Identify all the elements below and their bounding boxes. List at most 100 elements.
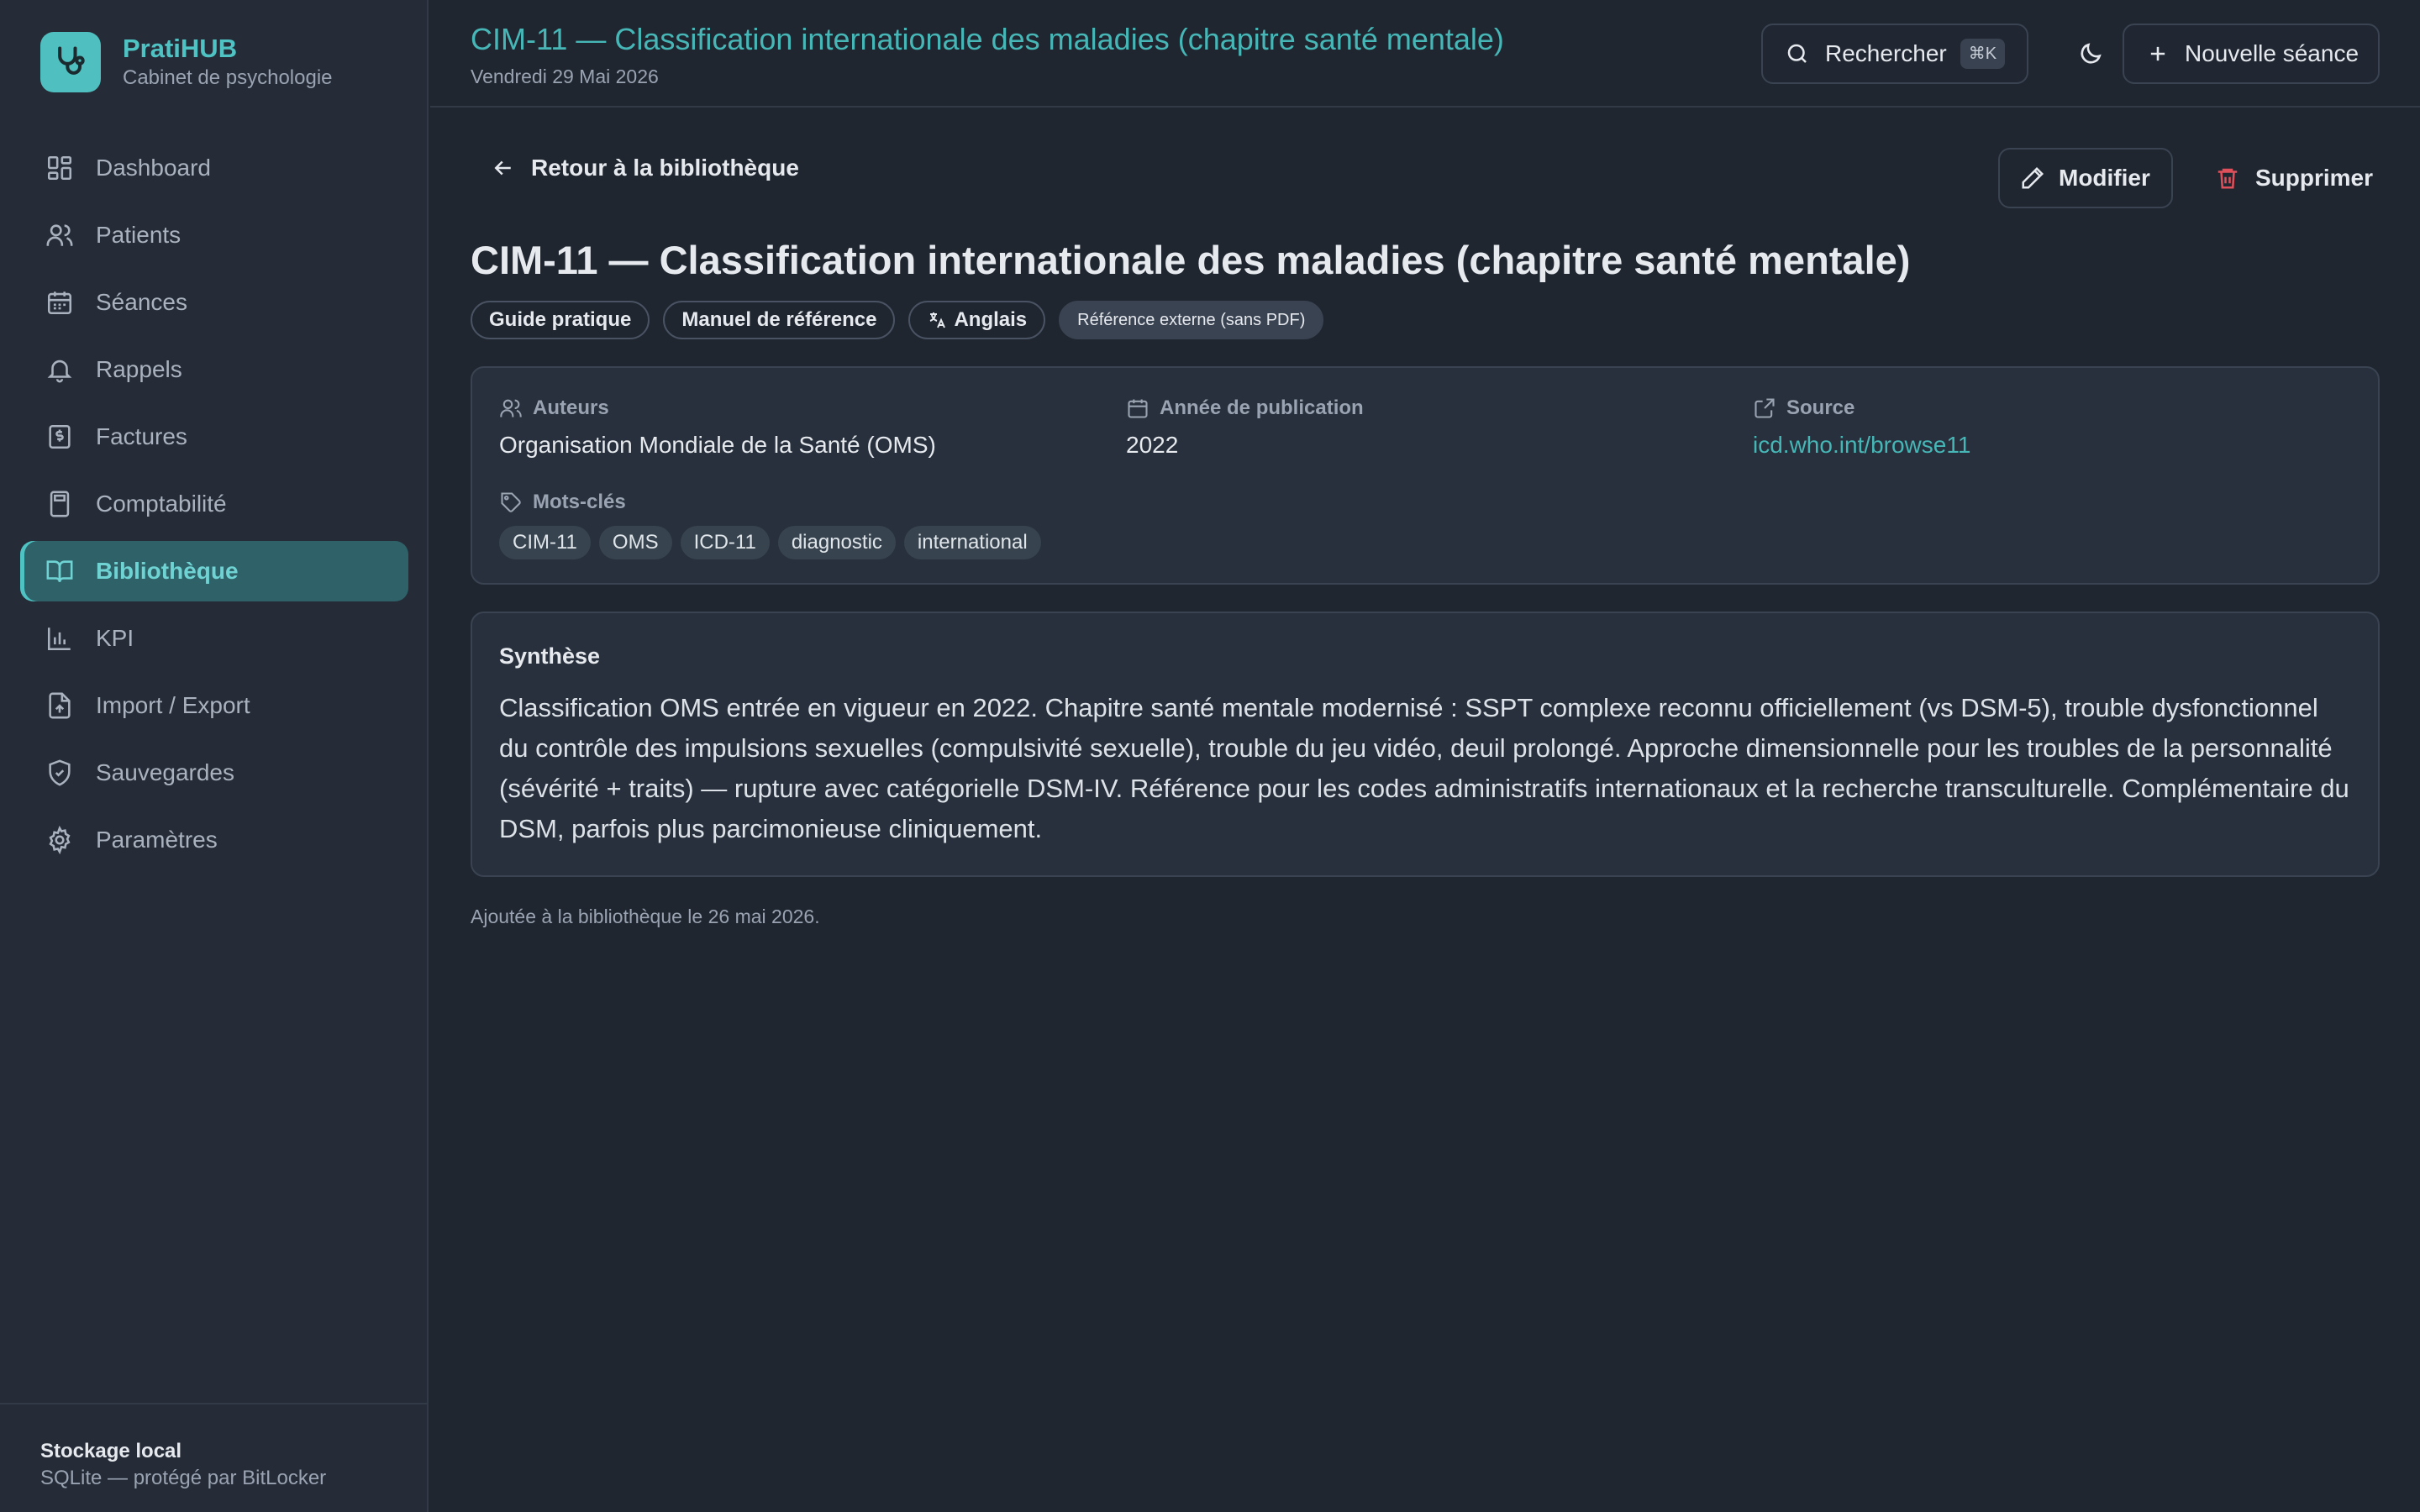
- search-button[interactable]: Rechercher ⌘K: [1761, 24, 2028, 84]
- summary-title: Synthèse: [499, 643, 601, 669]
- sidebar-item-label: KPI: [96, 625, 134, 651]
- keywords-block: Mots-clés CIM-11 OMS ICD-11 diagnostic i…: [499, 491, 1050, 559]
- sidebar-item-label: Factures: [96, 423, 187, 449]
- header-date: Vendredi 29 Mai 2026: [471, 66, 659, 87]
- sidebar-item-label: Comptabilité: [96, 491, 227, 517]
- edit-label: Modifier: [2059, 165, 2150, 191]
- source-block: Source icd.who.int/browse11: [1753, 396, 1970, 459]
- storage-title: Stockage local: [40, 1440, 182, 1462]
- sidebar-item-patients[interactable]: Patients: [20, 205, 408, 265]
- year-value: 2022: [1126, 432, 1179, 458]
- app-subtitle: Cabinet de psychologie: [123, 66, 333, 89]
- badge-list: Guide pratique Manuel de référence Angla…: [471, 301, 1337, 339]
- arrow-left-icon: [494, 160, 511, 176]
- users-icon: [46, 224, 73, 246]
- sidebar-item-label: Dashboard: [96, 155, 211, 181]
- sidebar-item-label: Séances: [96, 289, 187, 315]
- year-label: Année de publication: [1160, 396, 1364, 419]
- summary-card: Synthèse Classification OMS entrée en vi…: [471, 612, 2380, 877]
- keywords-label: Mots-clés: [533, 491, 626, 513]
- metadata-card: Auteurs Organisation Mondiale de la Sant…: [471, 366, 2380, 585]
- sidebar-item-bibliotheque[interactable]: Bibliothèque: [20, 541, 408, 601]
- sidebar-item-rappels[interactable]: Rappels: [20, 339, 408, 400]
- storage-info: Stockage local SQLite — protégé par BitL…: [0, 1403, 427, 1512]
- sidebar-item-label: Sauvegardes: [96, 759, 235, 785]
- year-label-row: Année de publication: [1126, 396, 1364, 420]
- added-date-note: Ajoutée à la bibliothèque le 26 mai 2026…: [471, 906, 820, 927]
- sidebar-item-label: Bibliothèque: [96, 558, 239, 584]
- sidebar-item-parametres[interactable]: Paramètres: [20, 810, 408, 870]
- keyword-chip[interactable]: OMS: [598, 526, 672, 559]
- badge-external-reference: Référence externe (sans PDF): [1059, 301, 1324, 339]
- tag-icon: [501, 492, 521, 512]
- book-icon: [46, 560, 73, 582]
- sidebar: PratiHUB Cabinet de psychologie Dashboar…: [0, 0, 429, 1512]
- app-root: PratiHUB Cabinet de psychologie Dashboar…: [0, 0, 2420, 1512]
- search-shortcut: ⌘K: [1960, 39, 2006, 69]
- authors-label: Auteurs: [533, 396, 609, 419]
- header-title: CIM-11 — Classification internationale d…: [471, 22, 1504, 56]
- plus-icon: [2150, 46, 2165, 61]
- keyword-chip[interactable]: international: [903, 526, 1041, 559]
- summary-text: Classification OMS entrée en vigueur en …: [499, 693, 2349, 843]
- trash-icon: [2217, 168, 2238, 189]
- source-link[interactable]: icd.who.int/browse11: [1753, 432, 1970, 459]
- sidebar-item-import-export[interactable]: Import / Export: [20, 675, 408, 736]
- invoice-icon: [49, 424, 71, 449]
- back-label: Retour à la bibliothèque: [531, 155, 799, 181]
- source-label-row: Source: [1753, 396, 1970, 420]
- calendar-icon: [47, 291, 72, 315]
- search-icon: [1787, 44, 1807, 63]
- back-to-library-link[interactable]: Retour à la bibliothèque: [491, 155, 799, 181]
- authors-value: Organisation Mondiale de la Santé (OMS): [499, 432, 936, 458]
- app-name: PratiHUB: [123, 34, 238, 63]
- shield-icon: [49, 759, 71, 786]
- badge-language-label: Anglais: [954, 308, 1028, 331]
- sidebar-item-seances[interactable]: Séances: [20, 272, 408, 333]
- badge-type: Guide pratique: [471, 301, 650, 339]
- delete-label: Supprimer: [2255, 165, 2374, 191]
- brand[interactable]: PratiHUB Cabinet de psychologie: [40, 32, 333, 92]
- storage-subtitle: SQLite — protégé par BitLocker: [40, 1467, 327, 1489]
- calendar-icon: [1128, 399, 1148, 418]
- keyword-chip[interactable]: CIM-11: [499, 526, 591, 559]
- theme-toggle-button[interactable]: [2060, 24, 2121, 84]
- authors-block: Auteurs Organisation Mondiale de la Sant…: [499, 396, 936, 459]
- sidebar-nav: Dashboard Patients Séances Rappels Factu…: [20, 138, 408, 877]
- users-icon: [500, 399, 522, 417]
- sidebar-item-comptabilite[interactable]: Comptabilité: [20, 474, 408, 534]
- sidebar-item-dashboard[interactable]: Dashboard: [20, 138, 408, 198]
- bell-icon: [47, 360, 72, 383]
- top-header: CIM-11 — Classification internationale d…: [430, 0, 2420, 108]
- external-link-icon: [1754, 398, 1775, 418]
- keyword-chip[interactable]: diagnostic: [777, 526, 896, 559]
- keyword-list: CIM-11 OMS ICD-11 diagnostic internation…: [499, 526, 1050, 559]
- badge-category: Manuel de référence: [663, 301, 896, 339]
- keywords-label-row: Mots-clés: [499, 491, 1050, 514]
- edit-button[interactable]: Modifier: [1998, 148, 2173, 208]
- page-title: CIM-11 — Classification internationale d…: [471, 238, 1911, 282]
- sidebar-item-label: Paramètres: [96, 827, 218, 853]
- delete-button[interactable]: Supprimer: [2202, 148, 2380, 208]
- sidebar-item-factures[interactable]: Factures: [20, 407, 408, 467]
- year-block: Année de publication 2022: [1126, 396, 1364, 459]
- stethoscope-icon: [40, 32, 101, 92]
- file-transfer-icon: [49, 692, 71, 719]
- new-session-button[interactable]: Nouvelle séance: [2123, 24, 2380, 84]
- sidebar-item-label: Patients: [96, 222, 182, 248]
- moon-icon: [2081, 43, 2102, 64]
- bar-chart-icon: [47, 627, 71, 651]
- source-label: Source: [1786, 396, 1855, 419]
- badge-language: Anglais: [908, 301, 1046, 339]
- authors-label-row: Auteurs: [499, 396, 936, 420]
- sidebar-item-label: Import / Export: [96, 692, 250, 718]
- gear-icon: [49, 826, 71, 854]
- keyword-chip[interactable]: ICD-11: [680, 526, 770, 559]
- search-label: Rechercher: [1825, 40, 1947, 66]
- dashboard-icon: [47, 155, 72, 181]
- sidebar-item-kpi[interactable]: KPI: [20, 608, 408, 669]
- new-session-label: Nouvelle séance: [2185, 40, 2360, 66]
- sidebar-item-sauvegardes[interactable]: Sauvegardes: [20, 743, 408, 803]
- pencil-icon: [2022, 166, 2044, 189]
- translate-icon: [930, 312, 946, 328]
